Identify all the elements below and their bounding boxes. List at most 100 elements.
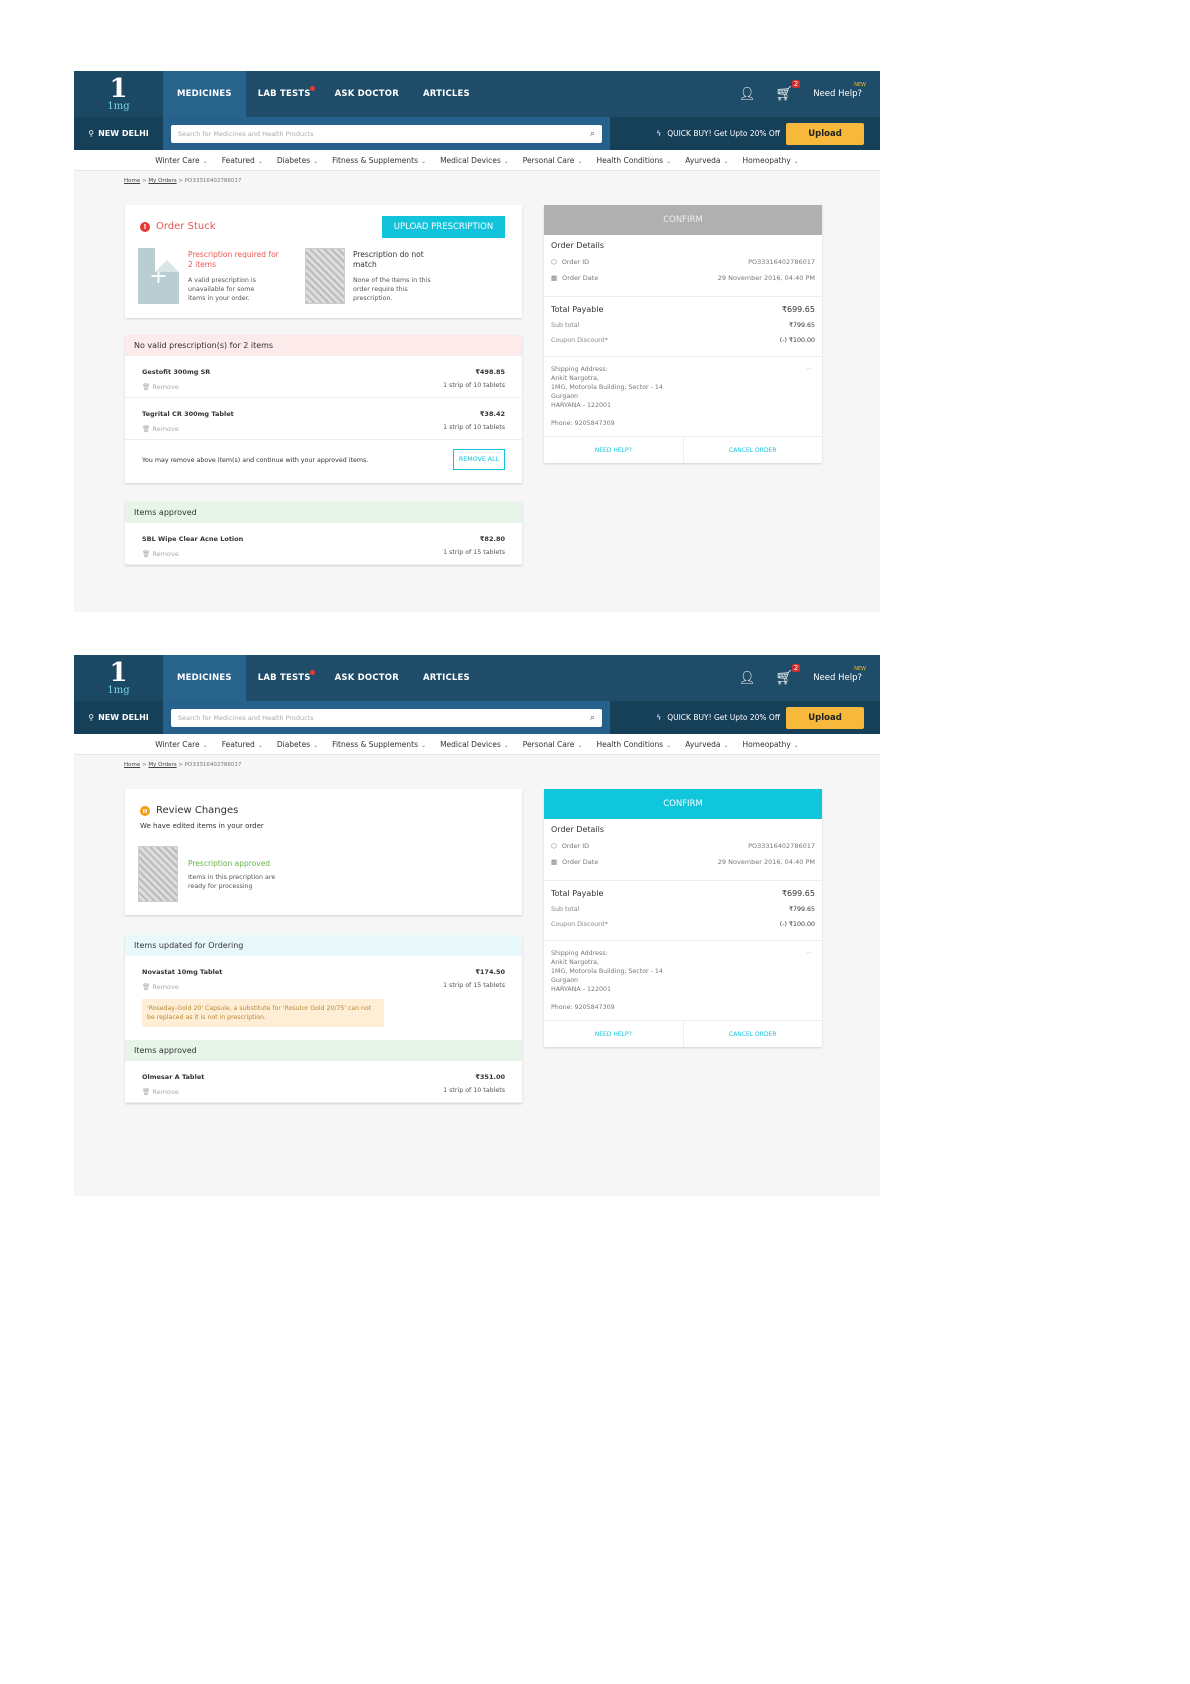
user-icon[interactable]: 👤︎ xyxy=(739,87,756,102)
category-medical-devices[interactable]: Medical Devices ⌄ xyxy=(440,740,509,749)
tab-medicines[interactable]: MEDICINES xyxy=(163,71,246,117)
location-selector[interactable]: ⚲ NEW DELHI xyxy=(74,117,163,150)
location-selector[interactable]: ⚲ NEW DELHI xyxy=(74,701,163,734)
breadcrumb-my-orders[interactable]: My Orders xyxy=(148,762,176,768)
prescription-thumbnail[interactable] xyxy=(138,846,178,902)
trash-icon: 🗑︎ xyxy=(142,1088,151,1096)
upload-prescription-button[interactable]: UPLOAD PRESCRIPTION xyxy=(382,216,505,238)
cart-badge: 2 xyxy=(791,664,801,672)
category-ayurveda[interactable]: Ayurveda ⌄ xyxy=(685,156,728,165)
breadcrumb-home[interactable]: Home xyxy=(124,762,140,768)
category-homeopathy[interactable]: Homeopathy ⌄ xyxy=(743,156,799,165)
prescription-required-desc: A valid prescription is unavailable for … xyxy=(188,277,256,302)
category-homeopathy[interactable]: Homeopathy ⌄ xyxy=(743,740,799,749)
breadcrumb-my-orders[interactable]: My Orders xyxy=(148,178,176,184)
new-dot-icon xyxy=(309,670,315,675)
category-health-conditions[interactable]: Health Conditions ⌄ xyxy=(596,740,671,749)
remove-all-button[interactable]: REMOVE ALL xyxy=(453,449,505,470)
order-summary-card: CONFIRM Order Details ⬡ Order ID PO3331640… xyxy=(544,789,822,1047)
chevron-down-icon: ⌄ xyxy=(421,157,427,165)
chevron-down-icon: ⌄ xyxy=(503,157,509,165)
need-help-link[interactable]: Need Help? NEW xyxy=(813,82,866,99)
need-help-button[interactable]: NEED HELP? xyxy=(544,437,684,463)
category-label: Homeopathy xyxy=(742,155,791,165)
list-item: SBL Wipe Clear Acne Lotion 🗑︎ Remove ₹82… xyxy=(125,523,522,565)
subtotal: ₹799.65 xyxy=(788,322,815,329)
top-nav: 1 1mg MEDICINES LAB TESTS ASK DOCTOR ARTICLE… xyxy=(74,655,880,701)
search-input[interactable]: Search for Medicines and Health Products… xyxy=(171,708,602,727)
remove-link[interactable]: 🗑︎ Remove xyxy=(142,425,179,433)
category-featured[interactable]: Featured ⌄ xyxy=(222,156,263,165)
remove-link[interactable]: 🗑︎ Remove xyxy=(142,383,179,391)
category-diabetes[interactable]: Diabetes ⌄ xyxy=(277,156,318,165)
confirm-button[interactable]: CONFIRM xyxy=(544,205,822,235)
coupon-discount: (-) ₹100.00 xyxy=(779,921,815,928)
category-health-conditions[interactable]: Health Conditions ⌄ xyxy=(596,156,671,165)
chevron-up-icon[interactable]: ︿ xyxy=(806,947,812,956)
chevron-down-icon: ⌄ xyxy=(793,741,799,749)
user-icon[interactable]: 👤︎ xyxy=(739,671,756,686)
tab-label: ARTICLES xyxy=(422,89,470,99)
tab-articles[interactable]: ARTICLES xyxy=(411,655,482,701)
category-label: Health Conditions xyxy=(596,155,664,165)
category-ayurveda[interactable]: Ayurveda ⌄ xyxy=(685,740,728,749)
tab-articles[interactable]: ARTICLES xyxy=(411,71,482,117)
tab-ask-doctor[interactable]: ASK DOCTOR xyxy=(323,71,411,117)
cancel-order-button[interactable]: CANCEL ORDER xyxy=(684,1021,823,1047)
prescription-thumbnail[interactable] xyxy=(305,248,345,304)
upload-button[interactable]: Upload xyxy=(786,122,864,145)
tab-medicines[interactable]: MEDICINES xyxy=(163,655,246,701)
breadcrumb-home[interactable]: Home xyxy=(124,178,140,184)
cart-icon[interactable]: 🛒︎ 2 xyxy=(775,80,801,102)
need-help-button[interactable]: NEED HELP? xyxy=(544,1021,684,1047)
cart-icon[interactable]: 🛒︎ 2 xyxy=(775,664,801,686)
trash-icon: 🗑︎ xyxy=(142,550,151,558)
remove-note: You may remove above item(s) and continu… xyxy=(142,457,369,464)
remove-link[interactable]: 🗑︎ Remove xyxy=(142,1088,179,1096)
chevron-down-icon: ⌄ xyxy=(666,741,672,749)
prescription-required-title: Prescription required for 2 items xyxy=(188,250,279,269)
chevron-down-icon: ⌄ xyxy=(202,741,208,749)
item-price: ₹351.00 xyxy=(475,1073,505,1081)
cancel-order-button[interactable]: CANCEL ORDER xyxy=(684,437,823,463)
logo[interactable]: 1 1mg xyxy=(74,71,163,117)
order-details-title: Order Details xyxy=(551,241,605,250)
approved-items-card: Items approved SBL Wipe Clear Acne Lotio… xyxy=(125,502,522,565)
search-input[interactable]: Search for Medicines and Health Products… xyxy=(171,124,602,143)
upload-button[interactable]: Upload xyxy=(786,706,864,729)
top-nav: 1 1mg MEDICINES LAB TESTS ASK DOCTOR ARTICLE… xyxy=(74,71,880,117)
order-id: PO33316402786017 xyxy=(748,842,815,850)
category-featured[interactable]: Featured ⌄ xyxy=(222,740,263,749)
prescription-approved-desc: Items in this precription are ready for … xyxy=(188,874,276,890)
category-winter-care[interactable]: Winter Care ⌄ xyxy=(155,156,208,165)
category-personal-care[interactable]: Personal Care ⌄ xyxy=(523,740,583,749)
confirm-button[interactable]: CONFIRM xyxy=(544,789,822,819)
remove-link[interactable]: 🗑︎ Remove xyxy=(142,550,179,558)
search-icon[interactable]: ⌕ xyxy=(590,129,595,139)
tab-lab-tests[interactable]: LAB TESTS xyxy=(246,71,323,117)
category-diabetes[interactable]: Diabetes ⌄ xyxy=(277,740,318,749)
coupon-discount: (-) ₹100.00 xyxy=(779,337,815,344)
chevron-up-icon[interactable]: ︿ xyxy=(806,363,812,372)
category-personal-care[interactable]: Personal Care ⌄ xyxy=(523,156,583,165)
add-prescription-icon[interactable]: + xyxy=(138,248,179,304)
tab-ask-doctor[interactable]: ASK DOCTOR xyxy=(323,655,411,701)
total-payable: ₹699.65 xyxy=(781,889,815,898)
category-fitness-supplements[interactable]: Fitness & Supplements ⌄ xyxy=(332,740,426,749)
location-label: NEW DELHI xyxy=(98,129,149,138)
category-winter-care[interactable]: Winter Care ⌄ xyxy=(155,740,208,749)
shipping-address: ︿ Shipping Address: Ankit Nargotra, 1MG, M… xyxy=(544,357,822,437)
category-label: Ayurveda xyxy=(685,155,721,165)
logo[interactable]: 1 1mg xyxy=(74,655,163,701)
category-medical-devices[interactable]: Medical Devices ⌄ xyxy=(440,156,509,165)
search-icon[interactable]: ⌕ xyxy=(590,713,595,723)
list-item: Olmesar A Tablet 🗑︎ Remove ₹351.00 1 str… xyxy=(125,1061,522,1103)
need-help-label: Need Help? xyxy=(813,89,862,99)
need-help-link[interactable]: Need Help? NEW xyxy=(813,666,866,683)
tab-lab-tests[interactable]: LAB TESTS xyxy=(246,655,323,701)
category-label: Featured xyxy=(221,739,255,749)
remove-link[interactable]: 🗑︎ Remove xyxy=(142,983,179,991)
category-fitness-supplements[interactable]: Fitness & Supplements ⌄ xyxy=(332,156,426,165)
new-dot-icon xyxy=(309,86,315,91)
list-item: Novastat 10mg Tablet 🗑︎ Remove ₹174.50 1… xyxy=(125,956,522,1027)
